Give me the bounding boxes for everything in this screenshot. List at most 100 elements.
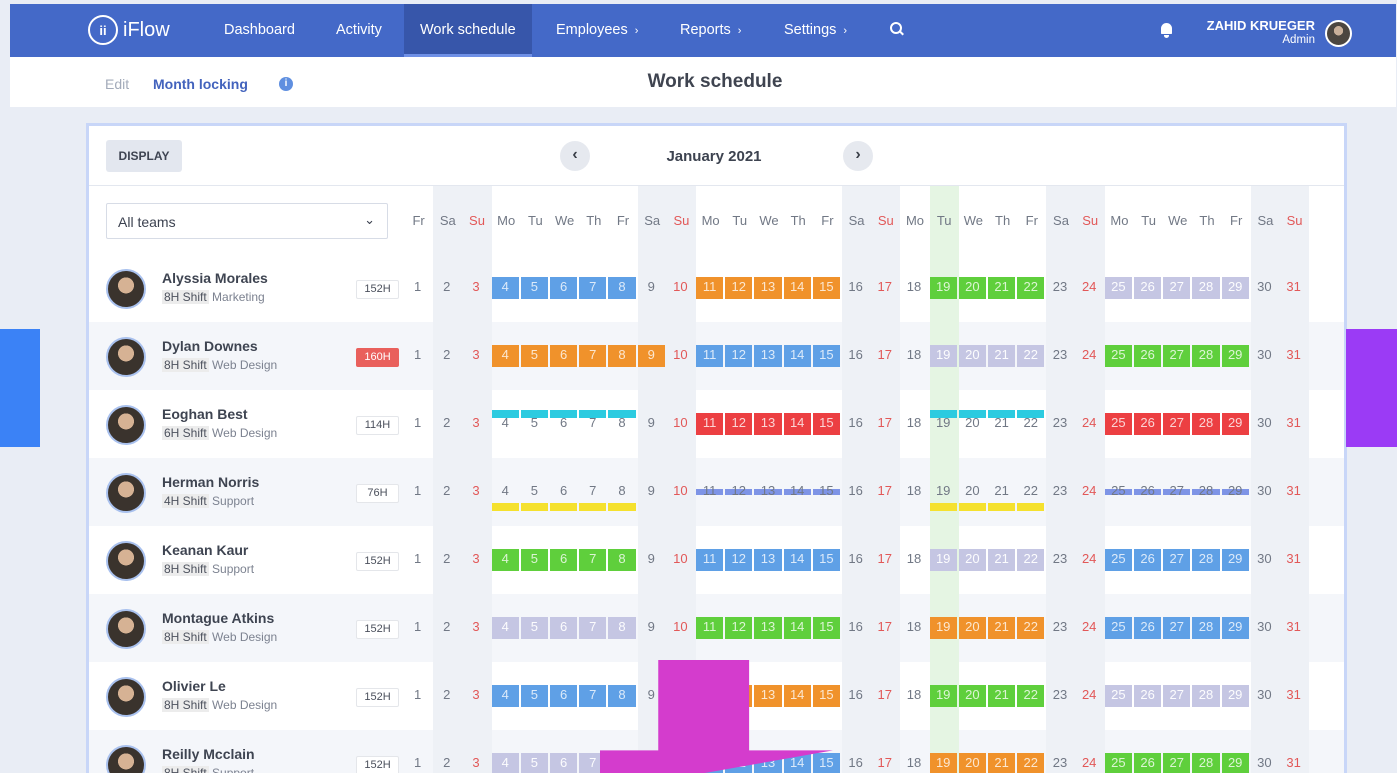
- employee-avatar[interactable]: [106, 541, 146, 581]
- day-cell[interactable]: 7: [579, 410, 608, 435]
- day-cell[interactable]: 21: [988, 345, 1017, 367]
- day-cell[interactable]: 15: [812, 481, 842, 503]
- day-cell[interactable]: 29: [1221, 481, 1251, 503]
- day-cell[interactable]: 21: [988, 753, 1017, 773]
- day-cell[interactable]: 21: [988, 549, 1017, 571]
- day-cell[interactable]: 19: [929, 410, 959, 435]
- day-cell[interactable]: 23: [1046, 685, 1075, 707]
- nav-item-settings[interactable]: Settings ›: [784, 4, 847, 57]
- day-cell[interactable]: 12: [725, 617, 754, 639]
- nav-item-activity[interactable]: Activity: [336, 4, 382, 57]
- day-cell[interactable]: 14: [783, 617, 813, 639]
- day-cell[interactable]: 9: [638, 549, 667, 571]
- day-cell[interactable]: 3: [462, 345, 491, 367]
- employee-avatar[interactable]: [106, 745, 146, 773]
- day-cell[interactable]: 16: [842, 277, 871, 299]
- day-cell[interactable]: 6: [550, 345, 579, 367]
- day-cell[interactable]: 27: [1163, 549, 1192, 571]
- day-cell[interactable]: 6: [550, 753, 579, 773]
- day-cell[interactable]: 5: [520, 277, 550, 299]
- day-cell[interactable]: 25: [1104, 685, 1134, 707]
- day-cell[interactable]: 31: [1280, 413, 1309, 435]
- day-cell[interactable]: 26: [1134, 345, 1163, 367]
- day-cell[interactable]: 20: [958, 481, 988, 511]
- day-cell[interactable]: 12: [725, 549, 754, 571]
- day-cell[interactable]: 17: [871, 549, 900, 571]
- day-cell[interactable]: 1: [404, 277, 433, 299]
- day-cell[interactable]: 19: [929, 549, 959, 571]
- day-cell[interactable]: 8: [608, 685, 637, 707]
- day-cell[interactable]: 21: [988, 410, 1017, 435]
- day-cell[interactable]: 1: [404, 481, 433, 503]
- day-cell[interactable]: 12: [725, 345, 754, 367]
- day-cell[interactable]: 1: [404, 413, 433, 435]
- day-cell[interactable]: 23: [1046, 481, 1075, 503]
- employee-avatar[interactable]: [106, 609, 146, 649]
- day-cell[interactable]: 23: [1046, 549, 1075, 571]
- day-cell[interactable]: 23: [1046, 617, 1075, 639]
- day-cell[interactable]: 28: [1192, 277, 1221, 299]
- day-cell[interactable]: 17: [871, 753, 900, 773]
- day-cell[interactable]: 1: [404, 753, 433, 773]
- day-cell[interactable]: 18: [900, 413, 929, 435]
- day-cell[interactable]: 29: [1221, 345, 1251, 367]
- day-cell[interactable]: 13: [754, 413, 783, 435]
- day-cell[interactable]: 10: [667, 413, 696, 435]
- day-cell[interactable]: 22: [1017, 685, 1046, 707]
- day-cell[interactable]: 19: [929, 277, 959, 299]
- day-cell[interactable]: 16: [842, 549, 871, 571]
- day-cell[interactable]: 18: [900, 481, 929, 503]
- day-cell[interactable]: 21: [988, 617, 1017, 639]
- day-cell[interactable]: 26: [1134, 481, 1163, 503]
- month-locking-link[interactable]: Month locking: [153, 76, 248, 92]
- day-cell[interactable]: 15: [812, 617, 842, 639]
- day-cell[interactable]: 7: [579, 345, 608, 367]
- day-cell[interactable]: 1: [404, 617, 433, 639]
- day-cell[interactable]: 19: [929, 481, 959, 511]
- day-cell[interactable]: 13: [754, 481, 783, 503]
- search-icon[interactable]: [890, 22, 906, 38]
- day-cell[interactable]: 4: [491, 345, 521, 367]
- day-cell[interactable]: 12: [725, 481, 754, 503]
- day-cell[interactable]: 19: [929, 753, 959, 773]
- day-cell[interactable]: 16: [842, 617, 871, 639]
- day-cell[interactable]: 30: [1251, 481, 1280, 503]
- day-cell[interactable]: 12: [725, 413, 754, 435]
- day-cell[interactable]: 8: [608, 549, 637, 571]
- day-cell[interactable]: 20: [958, 753, 988, 773]
- day-cell[interactable]: 3: [462, 753, 491, 773]
- day-cell[interactable]: 29: [1221, 753, 1251, 773]
- day-cell[interactable]: 4: [491, 549, 521, 571]
- day-cell[interactable]: 26: [1134, 753, 1163, 773]
- day-cell[interactable]: 23: [1046, 345, 1075, 367]
- day-cell[interactable]: 15: [812, 685, 842, 707]
- day-cell[interactable]: 25: [1104, 345, 1134, 367]
- next-month-button[interactable]: ›: [843, 141, 873, 171]
- day-cell[interactable]: 13: [754, 277, 783, 299]
- day-cell[interactable]: 26: [1134, 617, 1163, 639]
- day-cell[interactable]: 3: [462, 481, 491, 503]
- day-cell[interactable]: 7: [579, 549, 608, 571]
- day-cell[interactable]: 16: [842, 753, 871, 773]
- day-cell[interactable]: 22: [1017, 481, 1046, 511]
- day-cell[interactable]: 30: [1251, 617, 1280, 639]
- day-cell[interactable]: 31: [1280, 481, 1309, 503]
- day-cell[interactable]: 9: [638, 277, 667, 299]
- day-cell[interactable]: 2: [433, 345, 462, 367]
- day-cell[interactable]: 27: [1163, 345, 1192, 367]
- team-select[interactable]: All teams ⌄: [106, 203, 388, 239]
- day-cell[interactable]: 22: [1017, 549, 1046, 571]
- day-cell[interactable]: 8: [608, 617, 637, 639]
- day-cell[interactable]: 22: [1017, 753, 1046, 773]
- employee-name[interactable]: Herman Norris: [162, 474, 259, 490]
- day-cell[interactable]: 23: [1046, 753, 1075, 773]
- day-cell[interactable]: 15: [812, 277, 842, 299]
- day-cell[interactable]: 15: [812, 413, 842, 435]
- day-cell[interactable]: 14: [783, 345, 813, 367]
- day-cell[interactable]: 24: [1076, 345, 1105, 367]
- day-cell[interactable]: 13: [754, 549, 783, 571]
- day-cell[interactable]: 28: [1192, 753, 1221, 773]
- day-cell[interactable]: 24: [1076, 753, 1105, 773]
- day-cell[interactable]: 4: [491, 481, 521, 511]
- day-cell[interactable]: 8: [608, 345, 637, 367]
